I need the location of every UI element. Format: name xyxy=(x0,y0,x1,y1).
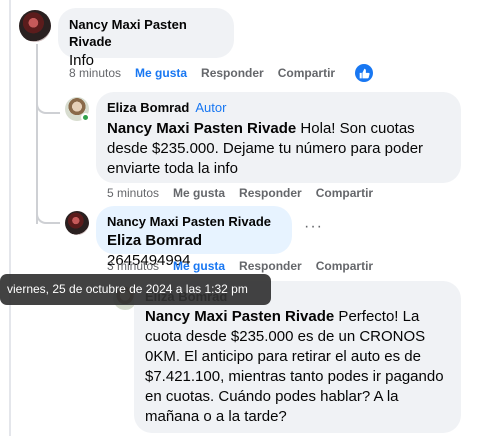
comment-bubble: Nancy Maxi Pasten Rivade Eliza Bomrad 26… xyxy=(96,206,292,269)
comment-bubble: Eliza Bomrad Autor Nancy Maxi Pasten Riva… xyxy=(96,92,461,183)
comment-time[interactable]: 5 minutos xyxy=(107,186,159,200)
comment-bubble: Nancy Maxi Pasten Rivade Info xyxy=(58,8,234,69)
like-button[interactable]: Me gusta xyxy=(135,66,187,80)
timestamp-tooltip: viernes, 25 de octubre de 2024 a las 1:3… xyxy=(0,274,271,305)
comment-author[interactable]: Nancy Maxi Pasten Rivade xyxy=(69,16,223,50)
comment-time[interactable]: 3 minutos xyxy=(107,259,159,273)
reply-button[interactable]: Responder xyxy=(201,66,264,80)
comment-actions: 3 minutos Me gusta Responder Compartir xyxy=(107,259,387,273)
comment-author[interactable]: Nancy Maxi Pasten Rivade xyxy=(107,213,281,230)
like-thumb-icon[interactable] xyxy=(355,64,373,82)
share-button[interactable]: Compartir xyxy=(278,66,335,80)
comment-author[interactable]: Eliza Bomrad xyxy=(107,100,189,115)
comment-actions: 5 minutos Me gusta Responder Compartir xyxy=(107,186,387,200)
reply-connector xyxy=(36,210,60,224)
reply-thread-line xyxy=(36,44,38,224)
online-status-icon xyxy=(81,113,90,122)
share-button[interactable]: Compartir xyxy=(316,186,373,200)
comment-time[interactable]: 8 minutos xyxy=(69,66,121,80)
mention-link[interactable]: Nancy Maxi Pasten Rivade xyxy=(145,308,334,325)
reply-button[interactable]: Responder xyxy=(239,186,302,200)
author-badge: Autor xyxy=(195,100,227,115)
avatar-nancy[interactable] xyxy=(19,10,51,42)
comment-text: Nancy Maxi Pasten Rivade Hola! Son cuota… xyxy=(107,120,424,177)
comment-actions: 8 minutos Me gusta Responder Compartir xyxy=(69,66,349,80)
reply-button[interactable]: Responder xyxy=(239,259,302,273)
more-options-icon[interactable]: ··· xyxy=(304,218,323,236)
comment-text: Nancy Maxi Pasten Rivade Perfecto! La cu… xyxy=(145,308,444,425)
share-button[interactable]: Compartir xyxy=(316,259,373,273)
reply-connector xyxy=(36,104,60,114)
mention-link[interactable]: Eliza Bomrad xyxy=(107,232,202,249)
like-button[interactable]: Me gusta xyxy=(173,186,225,200)
thread-edge-line xyxy=(9,0,11,436)
avatar-nancy[interactable] xyxy=(65,211,89,235)
like-button[interactable]: Me gusta xyxy=(173,259,225,273)
mention-link[interactable]: Nancy Maxi Pasten Rivade xyxy=(107,120,296,137)
